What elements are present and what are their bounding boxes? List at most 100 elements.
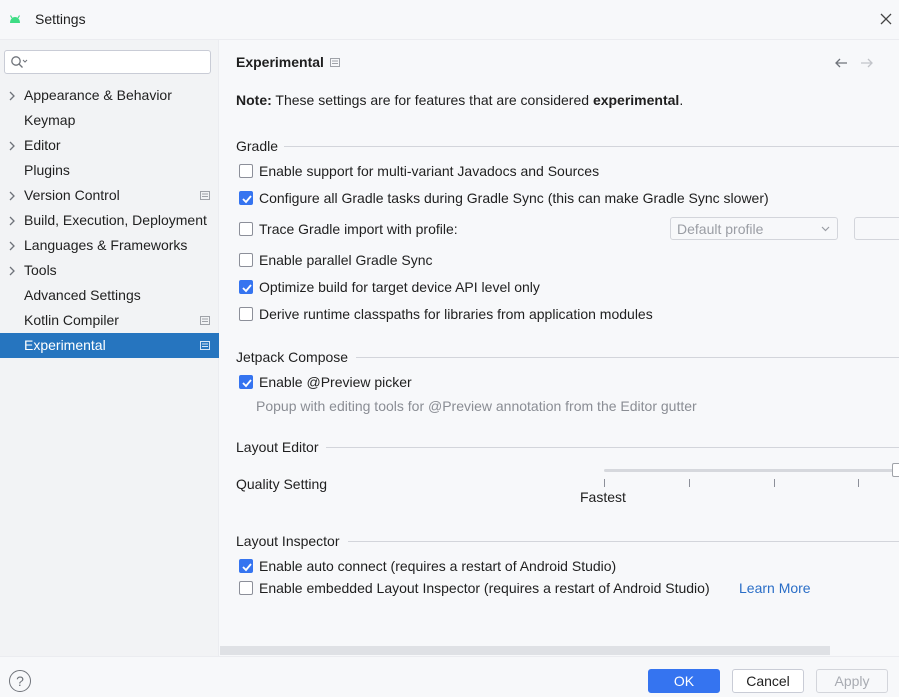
project-settings-icon [200,191,210,200]
parallel-sync-label[interactable]: Enable parallel Gradle Sync [259,252,433,268]
learn-more-link[interactable]: Learn More [739,580,811,596]
apply-button[interactable]: Apply [816,669,888,693]
slider-tick [858,479,859,487]
sidebar-item-tools[interactable]: Tools [0,258,219,283]
checkmark-icon [242,284,252,293]
checkmark-icon [242,563,252,572]
settings-sidebar: Appearance & Behavior Keymap Editor Plug… [0,40,219,656]
sidebar-item-keymap[interactable]: Keymap [0,108,219,133]
ok-button[interactable]: OK [648,669,720,693]
chevron-right-icon[interactable] [8,91,16,101]
preview-picker-checkbox[interactable] [239,375,253,389]
title-bar: Settings [0,0,899,40]
sidebar-item-label: Build, Execution, Deployment [24,212,207,228]
checkmark-icon [242,195,252,204]
search-input[interactable] [29,53,207,71]
sidebar-item-advanced-settings[interactable]: Advanced Settings [0,283,219,308]
forward-arrow-icon[interactable] [860,57,874,69]
auto-connect-checkbox[interactable] [239,559,253,573]
page-title: Experimental [236,54,324,70]
sidebar-item-label: Editor [24,137,61,153]
sidebar-item-version-control[interactable]: Version Control [0,183,219,208]
embedded-inspector-checkbox[interactable] [239,581,253,595]
slider-tick [604,479,605,487]
configure-all-tasks-checkbox[interactable] [239,191,253,205]
dialog-footer: ? OK Cancel Apply [0,656,899,697]
quality-setting-label: Quality Setting [236,476,328,492]
section-divider [356,357,899,358]
sidebar-item-label: Kotlin Compiler [24,312,119,328]
note-prefix: Note: [236,92,272,108]
note-text: These settings are for features that are… [271,92,593,108]
derive-classpaths-checkbox[interactable] [239,307,253,321]
project-settings-icon [200,316,210,325]
sidebar-item-appearance-behavior[interactable]: Appearance & Behavior [0,83,219,108]
quality-slider-track[interactable] [604,469,899,472]
sidebar-item-languages-frameworks[interactable]: Languages & Frameworks [0,233,219,258]
profile-path-field[interactable] [854,217,899,240]
android-icon [9,15,21,23]
parallel-sync-checkbox[interactable] [239,253,253,267]
slider-tick [774,479,775,487]
project-settings-icon [330,58,340,67]
optimize-build-checkbox[interactable] [239,280,253,294]
note-suffix: . [679,92,684,108]
sidebar-item-label: Appearance & Behavior [24,87,172,103]
profile-dropdown[interactable]: Default profile [670,217,838,240]
note-bold: experimental [592,92,680,108]
trace-gradle-import-checkbox[interactable] [239,222,253,236]
multi-variant-checkbox[interactable] [239,164,253,178]
project-settings-icon [200,341,210,350]
close-icon[interactable] [878,11,894,27]
chevron-right-icon[interactable] [8,191,16,201]
chevron-right-icon[interactable] [8,216,16,226]
sidebar-item-label: Experimental [24,337,106,353]
optimize-build-label[interactable]: Optimize build for target device API lev… [259,279,540,295]
sidebar-item-plugins[interactable]: Plugins [0,158,219,183]
jetpack-compose-heading: Jetpack Compose [236,349,349,365]
layout-inspector-heading: Layout Inspector [236,533,340,549]
section-divider [348,541,899,542]
gradle-heading: Gradle [236,138,279,154]
sidebar-item-label: Languages & Frameworks [24,237,188,253]
sidebar-item-editor[interactable]: Editor [0,133,219,158]
experimental-note: Note: These settings are for features th… [236,92,683,108]
preview-picker-hint: Popup with editing tools for @Preview an… [256,398,697,414]
settings-content: Experimental Note: These settings are fo… [220,40,899,656]
preview-picker-label[interactable]: Enable @Preview picker [259,374,412,390]
sidebar-item-label: Keymap [24,112,76,128]
window-title: Settings [35,11,86,27]
slider-tick [689,479,690,487]
sidebar-item-label: Tools [24,262,57,278]
chevron-right-icon[interactable] [8,241,16,251]
sidebar-item-build-execution-deployment[interactable]: Build, Execution, Deployment [0,208,219,233]
horizontal-scrollbar[interactable] [220,646,830,655]
embedded-inspector-label[interactable]: Enable embedded Layout Inspector (requir… [259,580,710,596]
sidebar-item-experimental[interactable]: Experimental [0,333,219,358]
sidebar-item-kotlin-compiler[interactable]: Kotlin Compiler [0,308,219,333]
sidebar-item-label: Advanced Settings [24,287,141,303]
derive-classpaths-label[interactable]: Derive runtime classpaths for libraries … [259,306,653,322]
section-divider [284,146,899,147]
chevron-right-icon[interactable] [8,266,16,276]
checkmark-icon [242,379,252,388]
auto-connect-label[interactable]: Enable auto connect (requires a restart … [259,558,616,574]
search-icon [11,56,28,68]
profile-dropdown-value: Default profile [677,221,764,237]
layout-editor-heading: Layout Editor [236,439,319,455]
sidebar-item-label: Version Control [24,187,120,203]
chevron-right-icon[interactable] [8,141,16,151]
horizontal-scrollbar-track [830,646,899,655]
section-divider [326,447,899,448]
back-arrow-icon[interactable] [834,57,848,69]
search-box[interactable] [4,50,211,74]
chevron-down-icon [821,226,830,232]
trace-gradle-import-label[interactable]: Trace Gradle import with profile: [259,221,458,237]
slider-min-label: Fastest [580,489,626,505]
cancel-button[interactable]: Cancel [732,669,804,693]
quality-slider-thumb[interactable] [892,463,899,477]
multi-variant-label[interactable]: Enable support for multi-variant Javadoc… [259,163,599,179]
sidebar-item-label: Plugins [24,162,70,178]
help-button[interactable]: ? [9,670,31,692]
configure-all-tasks-label[interactable]: Configure all Gradle tasks during Gradle… [259,190,769,206]
